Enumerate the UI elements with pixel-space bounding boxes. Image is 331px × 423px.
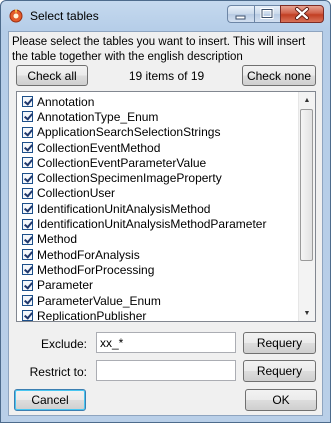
list-item-label: IdentificationUnitAnalysisMethod [37, 201, 211, 216]
restrict-input[interactable] [96, 360, 236, 381]
exclude-input[interactable] [96, 332, 236, 353]
list-item[interactable]: Parameter [19, 278, 299, 293]
scroll-up-arrow-icon[interactable]: ▲ [299, 92, 315, 108]
checkbox[interactable] [22, 233, 33, 245]
checkbox[interactable] [22, 249, 33, 261]
list-item-label: CollectionSpecimenImageProperty [37, 171, 222, 186]
checkbox[interactable] [22, 295, 33, 306]
exclude-label: Exclude: [40, 337, 87, 351]
minimize-button[interactable] [227, 5, 254, 23]
checkbox[interactable] [22, 264, 33, 276]
instructions-text: Please select the tables you want to ins… [12, 36, 306, 63]
list-item[interactable]: CollectionSpecimenImageProperty [19, 170, 299, 185]
cancel-button[interactable]: Cancel [14, 389, 86, 411]
checkbox[interactable] [22, 279, 33, 291]
list-item[interactable]: Method [19, 232, 299, 247]
maximize-icon [260, 8, 274, 19]
check-none-button[interactable]: Check none [242, 65, 316, 86]
list-item[interactable]: CollectionEventParameterValue [19, 155, 299, 170]
checkbox[interactable] [22, 218, 33, 230]
close-button[interactable] [280, 5, 324, 23]
tables-checklist[interactable]: Annotation AnnotationType_Enum Application… [16, 91, 316, 322]
scroll-thumb[interactable] [300, 109, 313, 261]
list-item-label: MethodForProcessing [37, 262, 155, 277]
checkbox[interactable] [22, 96, 33, 108]
title-bar[interactable]: Select tables [1, 1, 330, 31]
restrict-label: Restrict to: [29, 365, 87, 379]
list-item-label: CollectionEventParameterValue [37, 155, 207, 170]
checkbox[interactable] [22, 126, 33, 138]
list-item[interactable]: ReplicationPublisher [19, 308, 299, 322]
checkbox[interactable] [22, 111, 33, 123]
list-item[interactable]: IdentificationUnitAnalysisMethodParamete… [19, 216, 299, 231]
list-item-label: ParameterValue_Enum [37, 293, 161, 308]
ok-button[interactable]: OK [245, 389, 317, 411]
checkbox[interactable] [22, 187, 33, 199]
scroll-down-arrow-icon[interactable]: ▼ [299, 305, 315, 321]
exclude-requery-button[interactable]: Requery [243, 332, 316, 354]
minimize-icon [235, 15, 246, 20]
close-icon [295, 7, 309, 20]
list-item-label: Parameter [37, 278, 94, 293]
list-item[interactable]: AnnotationType_Enum [19, 109, 299, 124]
list-item[interactable]: Annotation [19, 94, 299, 109]
list-item[interactable]: IdentificationUnitAnalysisMethod [19, 201, 299, 216]
list-item-label: ApplicationSearchSelectionStrings [37, 125, 221, 140]
list-item[interactable]: CollectionEventMethod [19, 140, 299, 155]
list-item[interactable]: ApplicationSearchSelectionStrings [19, 125, 299, 140]
list-item[interactable]: CollectionUser [19, 186, 299, 201]
list-item-label: IdentificationUnitAnalysisMethodParamete… [37, 217, 267, 232]
list-item-label: CollectionEventMethod [37, 140, 161, 155]
list-item-label: Method [37, 232, 78, 247]
list-item[interactable]: MethodForAnalysis [19, 247, 299, 262]
dialog-window: Select tables Please select the tables y… [0, 0, 331, 423]
restrict-requery-button[interactable]: Requery [243, 360, 316, 382]
checkbox[interactable] [22, 203, 33, 215]
app-icon [9, 9, 23, 23]
checkbox[interactable] [22, 172, 33, 184]
list-item-label: Annotation [37, 94, 95, 109]
list-item[interactable]: ParameterValue_Enum [19, 293, 299, 308]
window-title: Select tables [30, 9, 99, 23]
tables-list: Annotation AnnotationType_Enum Application… [19, 94, 299, 322]
list-item-label: MethodForAnalysis [37, 247, 140, 262]
list-item-label: ReplicationPublisher [37, 308, 147, 322]
checkbox[interactable] [22, 310, 33, 321]
checkbox[interactable] [22, 157, 33, 169]
list-item[interactable]: MethodForProcessing [19, 262, 299, 277]
checkbox[interactable] [22, 142, 33, 154]
vertical-scrollbar[interactable]: ▲ ▼ [298, 92, 315, 321]
list-item-label: AnnotationType_Enum [37, 109, 159, 124]
maximize-button[interactable] [254, 5, 280, 23]
list-item-label: CollectionUser [37, 186, 116, 201]
